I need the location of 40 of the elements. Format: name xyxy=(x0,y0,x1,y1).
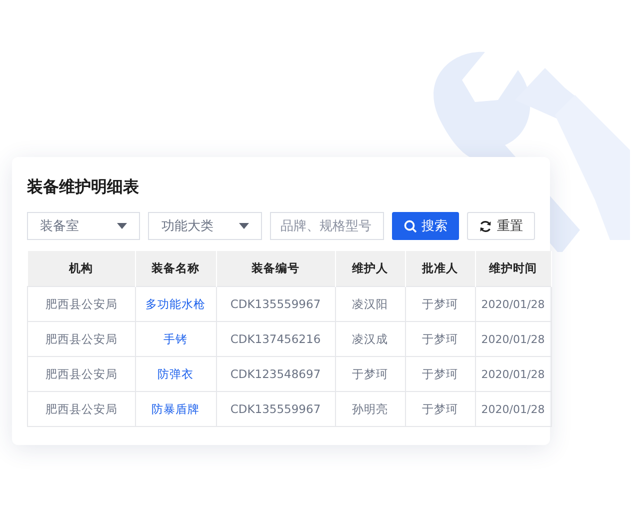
table-cell: 于梦珂 xyxy=(335,356,405,392)
search-icon xyxy=(404,220,416,232)
reset-button[interactable]: 重置 xyxy=(467,212,535,240)
column-header: 批准人 xyxy=(405,251,475,286)
refresh-icon xyxy=(479,220,492,232)
caret-icon xyxy=(238,223,249,229)
table-cell: CDK137456216 xyxy=(216,322,335,356)
caret-icon xyxy=(117,223,128,229)
select-field[interactable]: 装备室 xyxy=(27,212,140,240)
table-cell: 凌汉阳 xyxy=(335,286,405,322)
equipment-link[interactable]: 防弹衣 xyxy=(135,356,216,392)
search-button[interactable]: 搜索 xyxy=(392,212,460,240)
table-cell: 2020/01/28 xyxy=(475,286,551,322)
table-cell: 于梦珂 xyxy=(405,392,475,426)
table-cell: 2020/01/28 xyxy=(475,392,551,426)
equipment-link[interactable]: 多功能水枪 xyxy=(135,286,216,322)
table-cell: 2020/01/28 xyxy=(475,322,551,356)
table-cell: 孙明亮 xyxy=(335,392,405,426)
column-header: 维护时间 xyxy=(475,251,551,286)
table-cell: 于梦珂 xyxy=(405,322,475,356)
equipment-link[interactable]: 手铐 xyxy=(135,322,216,356)
select-field[interactable]: 功能大类 xyxy=(148,212,262,240)
table-cell: CDK135559967 xyxy=(216,286,335,322)
table-cell: 凌汉成 xyxy=(335,322,405,356)
table-cell: 肥西县公安局 xyxy=(28,286,135,322)
table-cell: 肥西县公安局 xyxy=(28,356,135,392)
column-header: 机构 xyxy=(28,251,135,286)
table-cell: 肥西县公安局 xyxy=(28,392,135,426)
table-cell: 肥西县公安局 xyxy=(28,322,135,356)
table-cell: 于梦珂 xyxy=(405,356,475,392)
table-cell: CDK123548697 xyxy=(216,356,335,392)
column-header: 维护人 xyxy=(335,251,405,286)
column-header: 装备名称 xyxy=(135,251,216,286)
table-cell: 于梦珂 xyxy=(405,286,475,322)
table-cell: CDK135559967 xyxy=(216,392,335,426)
equipment-link[interactable]: 防暴盾牌 xyxy=(135,392,216,426)
table-title: 装备维护明细表 xyxy=(27,177,140,198)
column-header: 装备编号 xyxy=(216,251,335,286)
search-field[interactable]: 品牌、规格型号 xyxy=(270,212,384,240)
table-cell: 2020/01/28 xyxy=(475,356,551,392)
